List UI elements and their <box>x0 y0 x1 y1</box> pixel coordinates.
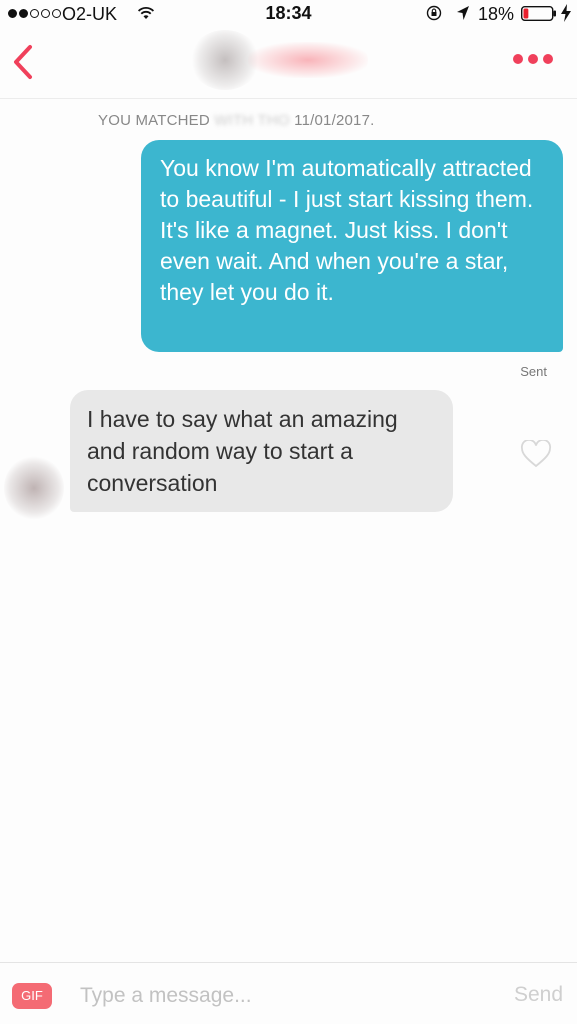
orientation-lock-icon <box>426 5 442 21</box>
sent-message-text: You know I'm automatically attracted to … <box>160 155 534 305</box>
match-notice: YOU MATCHED WITH THO 11/01/2017. <box>98 112 374 129</box>
send-button[interactable]: Send <box>514 983 563 1007</box>
match-notice-prefix: YOU MATCHED <box>98 112 215 129</box>
match-name-blurred[interactable] <box>248 42 368 78</box>
battery-percent: 18% <box>478 4 515 24</box>
sender-avatar-blurred[interactable] <box>4 456 64 520</box>
battery-icon <box>521 6 556 21</box>
chat-screen: O2-UK 18:34 18% YOU MATCHED WITH THO 11/… <box>0 0 577 1024</box>
charging-bolt-icon <box>561 4 571 22</box>
received-message-bubble[interactable]: I have to say what an amazing and random… <box>70 390 453 512</box>
status-bar: O2-UK 18:34 18% <box>0 0 577 28</box>
match-notice-date: 11/01/2017. <box>289 112 375 129</box>
more-options-icon[interactable] <box>513 54 553 64</box>
message-input-bar: GIF Send <box>0 962 577 1024</box>
like-heart-icon[interactable] <box>520 440 552 468</box>
message-input[interactable] <box>80 979 460 1013</box>
received-message-text: I have to say what an amazing and random… <box>87 406 398 496</box>
chat-header <box>0 28 577 99</box>
gif-button[interactable]: GIF <box>12 983 52 1009</box>
location-arrow-icon <box>457 6 469 20</box>
match-notice-name-obscured: WITH THO <box>214 112 290 129</box>
message-status: Sent <box>520 364 547 379</box>
sent-message-bubble[interactable]: You know I'm automatically attracted to … <box>141 140 563 352</box>
back-chevron-icon[interactable] <box>8 42 38 82</box>
